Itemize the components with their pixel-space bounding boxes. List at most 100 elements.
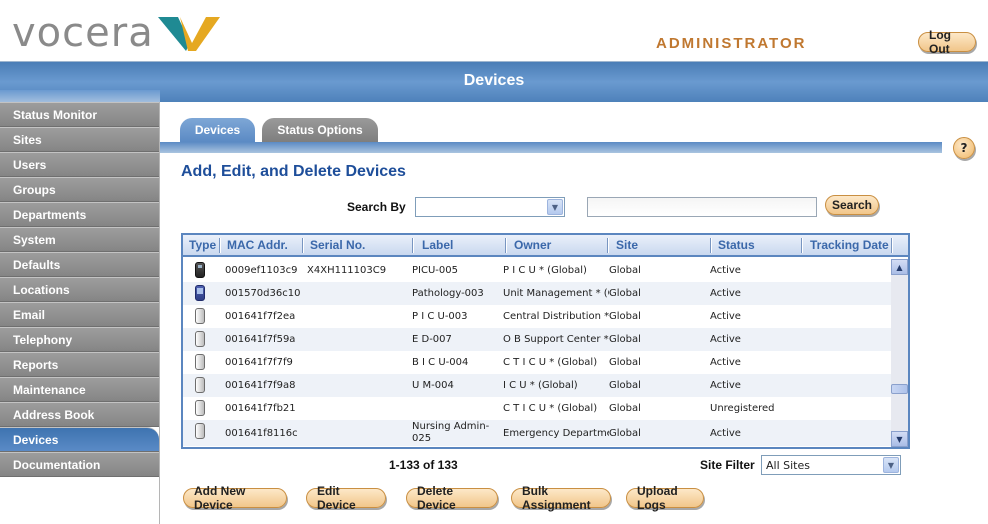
- cell-mac: 001641f7f7f9: [225, 357, 293, 368]
- logout-button[interactable]: Log Out: [918, 28, 976, 56]
- cell-mac: 001570d36c10: [225, 288, 301, 299]
- scroll-up-icon[interactable]: ▲: [891, 259, 908, 275]
- table-row[interactable]: 001641f7fb21 C T I C U * (Global) Global…: [183, 397, 891, 420]
- cell-serial: X4XH111103C9: [307, 265, 387, 276]
- sidebar-item-reports[interactable]: Reports: [0, 352, 159, 377]
- record-range: 1-133 of 133: [389, 458, 458, 472]
- cell-status: Active: [710, 357, 741, 368]
- vertical-scrollbar[interactable]: ▲ ▼: [891, 259, 908, 447]
- sidebar-item-status-monitor[interactable]: Status Monitor: [0, 102, 159, 127]
- scroll-thumb[interactable]: [891, 384, 908, 394]
- pda-device-icon: [195, 285, 205, 301]
- sidebar-item-email[interactable]: Email: [0, 302, 159, 327]
- scroll-down-icon[interactable]: ▼: [891, 431, 908, 447]
- cell-status: Active: [710, 265, 741, 276]
- cell-site: Global: [609, 288, 641, 299]
- role-label: ADMINISTRATOR: [656, 35, 807, 52]
- badge-device-icon: [195, 377, 205, 393]
- sidebar-item-locations[interactable]: Locations: [0, 277, 159, 302]
- table-row[interactable]: 001641f7f59a E D-007 O B Support Center …: [183, 328, 891, 351]
- table-row[interactable]: 001641f7f7f9 B I C U-004 C T I C U * (Gl…: [183, 351, 891, 374]
- site-filter-select[interactable]: All Sites ▼: [761, 455, 901, 475]
- cell-status: Active: [710, 288, 741, 299]
- col-header-type[interactable]: Type: [185, 235, 216, 255]
- cell-owner: C T I C U * (Global): [503, 357, 598, 368]
- cell-owner: I C U * (Global): [503, 380, 578, 391]
- logo-v-mark: [157, 17, 220, 51]
- devices-table: Type MAC Addr. Serial No. Label Owner Si…: [181, 233, 910, 449]
- cell-owner: O B Support Center * (: [503, 334, 609, 345]
- cell-label: Nursing Admin-025: [412, 421, 490, 444]
- badge-device-icon: [195, 354, 205, 370]
- chevron-down-icon[interactable]: ▼: [883, 457, 899, 473]
- add-new-device-button[interactable]: Add New Device: [183, 484, 287, 512]
- table-row[interactable]: 001641f7f9a8 U M-004 I C U * (Global) Gl…: [183, 374, 891, 397]
- cell-mac: 0009ef1103c9: [225, 265, 298, 276]
- sidebar-item-departments[interactable]: Departments: [0, 202, 159, 227]
- cell-site: Global: [609, 357, 641, 368]
- upload-logs-button[interactable]: Upload Logs: [626, 484, 704, 512]
- sidebar-item-system[interactable]: System: [0, 227, 159, 252]
- col-header-site[interactable]: Site: [612, 235, 638, 255]
- table-row[interactable]: 0009ef1103c9 X4XH111103C9 PICU-005 P I C…: [183, 259, 891, 282]
- cell-label: P I C U-003: [412, 311, 468, 322]
- col-header-tracking-date[interactable]: Tracking Date: [806, 235, 889, 255]
- col-header-mac[interactable]: MAC Addr.: [223, 235, 288, 255]
- sidebar-item-maintenance[interactable]: Maintenance: [0, 377, 159, 402]
- cell-owner: C T I C U * (Global): [503, 403, 598, 414]
- site-filter-label: Site Filter: [700, 458, 755, 472]
- search-by-label: Search By: [347, 200, 406, 214]
- badge-device-icon: [195, 423, 205, 439]
- chevron-down-icon[interactable]: ▼: [547, 199, 563, 215]
- table-row[interactable]: 001641f7f2ea P I C U-003 Central Distrib…: [183, 305, 891, 328]
- sidebar-item-groups[interactable]: Groups: [0, 177, 159, 202]
- cell-owner: Central Distribution * (: [503, 311, 609, 322]
- title-bar: Devices: [0, 62, 988, 104]
- sidebar-item-users[interactable]: Users: [0, 152, 159, 177]
- search-button[interactable]: Search: [825, 195, 879, 215]
- cell-owner: Unit Management * (G: [503, 288, 609, 299]
- section-heading: Add, Edit, and Delete Devices: [181, 163, 406, 180]
- table-row[interactable]: 001641f8116c Nursing Admin-025 Emergency…: [183, 420, 891, 446]
- sidebar-item-defaults[interactable]: Defaults: [0, 252, 159, 277]
- col-header-status[interactable]: Status: [714, 235, 755, 255]
- cell-status: Active: [710, 334, 741, 345]
- tab-strip: [160, 142, 942, 153]
- edit-device-button[interactable]: Edit Device: [306, 484, 386, 512]
- page-title: Devices: [463, 72, 525, 89]
- tab-devices[interactable]: Devices: [180, 118, 255, 142]
- cell-site: Global: [609, 427, 641, 439]
- bulk-assignment-button[interactable]: Bulk Assignment: [511, 484, 611, 512]
- cell-status: Active: [710, 311, 741, 322]
- cell-owner: P I C U * (Global): [503, 265, 587, 276]
- tab-status-options[interactable]: Status Options: [262, 118, 378, 142]
- delete-device-button[interactable]: Delete Device: [406, 484, 498, 512]
- cell-site: Global: [609, 403, 641, 414]
- badge-device-icon: [195, 331, 205, 347]
- sidebar-item-sites[interactable]: Sites: [0, 127, 159, 152]
- col-header-serial[interactable]: Serial No.: [306, 235, 365, 255]
- cell-label: B I C U-004: [412, 357, 469, 368]
- badge-device-icon: [195, 400, 205, 416]
- cell-site: Global: [609, 334, 641, 345]
- cell-mac: 001641f7f2ea: [225, 311, 296, 322]
- col-header-label[interactable]: Label: [418, 235, 453, 255]
- cell-mac: 001641f7f9a8: [225, 380, 296, 391]
- sidebar-item-documentation[interactable]: Documentation: [0, 452, 159, 477]
- cell-site: Global: [609, 380, 641, 391]
- sidebar-item-address-book[interactable]: Address Book: [0, 402, 159, 427]
- table-body: 0009ef1103c9 X4XH111103C9 PICU-005 P I C…: [183, 259, 891, 447]
- table-row[interactable]: 001570d36c10 Pathology-003 Unit Manageme…: [183, 282, 891, 305]
- search-by-select[interactable]: ▼: [415, 197, 565, 217]
- cell-label: E D-007: [412, 334, 452, 345]
- col-header-owner[interactable]: Owner: [510, 235, 551, 255]
- cell-site: Global: [609, 265, 641, 276]
- table-header: Type MAC Addr. Serial No. Label Owner Si…: [183, 235, 908, 257]
- sidebar-item-telephony[interactable]: Telephony: [0, 327, 159, 352]
- sidebar: Status Monitor Sites Users Groups Depart…: [0, 102, 160, 524]
- help-icon[interactable]: ?: [953, 137, 975, 159]
- sidebar-item-devices[interactable]: Devices: [0, 427, 159, 452]
- cell-status: Active: [710, 380, 741, 391]
- search-input[interactable]: [587, 197, 817, 217]
- cell-label: U M-004: [412, 380, 454, 391]
